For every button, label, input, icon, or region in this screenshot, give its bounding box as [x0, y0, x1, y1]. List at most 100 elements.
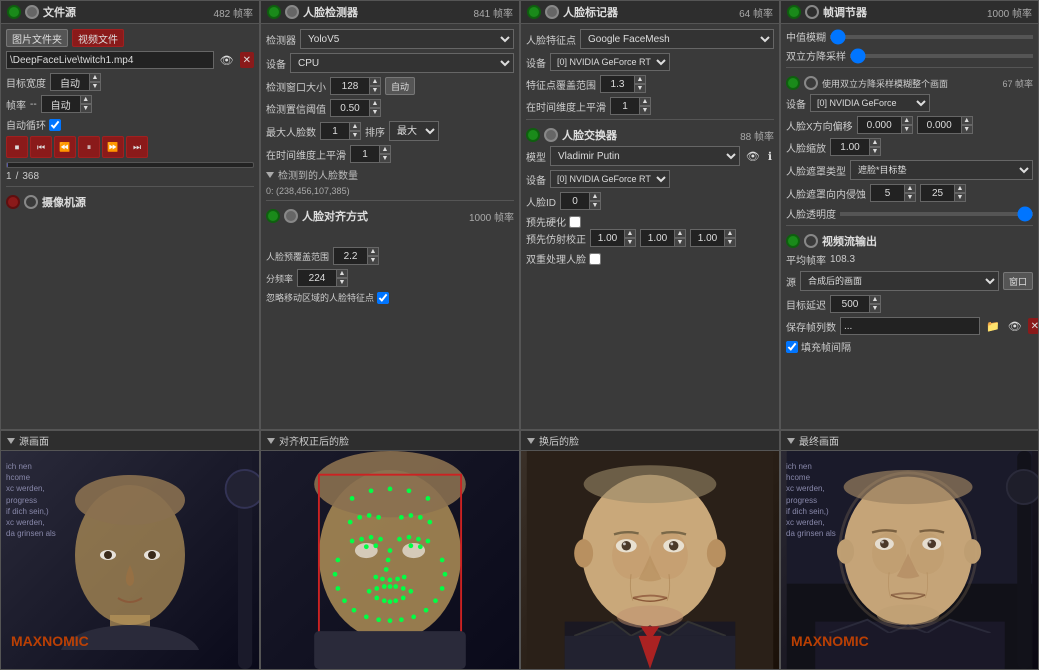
morph-y-down[interactable]: ▼ — [674, 238, 686, 247]
eye-icon[interactable]: 👁 — [218, 54, 236, 67]
file-source-check[interactable] — [25, 5, 39, 19]
threshold-input[interactable] — [330, 99, 370, 117]
blur-input[interactable] — [920, 184, 955, 202]
window-size-down[interactable]: ▼ — [369, 86, 381, 95]
scale-up[interactable]: ▲ — [869, 138, 881, 147]
save-folder-icon[interactable]: 📁 — [984, 320, 1002, 333]
close-file-btn[interactable]: ✕ — [240, 52, 254, 68]
ignore-moving-check[interactable] — [377, 292, 389, 304]
sort-select[interactable]: 最大 — [389, 121, 439, 141]
marker-device-select[interactable]: [0] NVIDIA GeForce RTX 3 — [550, 53, 670, 71]
marker-coverage-input[interactable] — [600, 75, 635, 93]
face-marker-power[interactable] — [527, 5, 541, 19]
morph-x-down[interactable]: ▼ — [624, 238, 636, 247]
max-faces-input[interactable] — [320, 122, 350, 140]
morph-y-up[interactable]: ▲ — [674, 229, 686, 238]
fill-frames-check[interactable] — [786, 341, 798, 353]
delay-down[interactable]: ▼ — [869, 304, 881, 313]
face-type-select[interactable]: 遮脸*目标垫 — [850, 160, 1033, 180]
x-offset-down1[interactable]: ▼ — [901, 125, 913, 134]
fps-input[interactable] — [41, 95, 81, 113]
median-slider[interactable] — [830, 35, 1033, 39]
auto-loop-check[interactable] — [49, 119, 61, 131]
media-pause-btn[interactable]: ⏸ — [78, 136, 100, 158]
file-source-power[interactable] — [7, 5, 21, 19]
video-file-btn[interactable]: 视频文件 — [72, 29, 124, 47]
frame-adjuster-power[interactable] — [787, 5, 801, 19]
freeze-check[interactable] — [569, 216, 581, 228]
media-rewind-btn[interactable]: ⏮ — [30, 136, 52, 158]
smooth-down[interactable]: ▼ — [379, 154, 391, 163]
face-marker-check[interactable] — [545, 5, 559, 19]
morph-x-input[interactable] — [590, 229, 625, 247]
coverage-up[interactable]: ▲ — [367, 247, 379, 256]
align-power[interactable] — [266, 209, 280, 223]
save-path-input[interactable] — [840, 317, 980, 335]
frame-adjuster-check[interactable] — [805, 5, 819, 19]
marker-smooth-down[interactable]: ▼ — [639, 106, 651, 115]
smooth-input[interactable] — [350, 145, 380, 163]
blur-up[interactable]: ▲ — [954, 184, 966, 193]
stream-check[interactable] — [804, 234, 818, 248]
window-btn[interactable]: 窗口 — [1003, 272, 1033, 290]
erosion-input[interactable] — [870, 184, 905, 202]
target-size-up[interactable]: ▲ — [89, 73, 101, 82]
adjuster-device-select[interactable]: [0] NVIDIA GeForce — [810, 94, 930, 112]
progress-bar[interactable] — [6, 162, 254, 168]
morph-z-down[interactable]: ▼ — [724, 238, 736, 247]
x-offset-up2[interactable]: ▲ — [961, 116, 973, 125]
delay-input[interactable] — [830, 295, 870, 313]
source-select[interactable]: 合成后的画面 — [800, 271, 999, 291]
model-eye-icon[interactable]: 👁 — [744, 150, 762, 163]
morph-z-input[interactable] — [690, 229, 725, 247]
delay-up[interactable]: ▲ — [869, 295, 881, 304]
face-id-input[interactable] — [560, 192, 590, 210]
marker-smooth-up[interactable]: ▲ — [639, 97, 651, 106]
model-info-icon[interactable]: ℹ — [766, 150, 774, 163]
morph-z-up[interactable]: ▲ — [724, 229, 736, 238]
x-offset-down2[interactable]: ▼ — [961, 125, 973, 134]
marker-coverage-down[interactable]: ▼ — [634, 84, 646, 93]
landmark-select[interactable]: Google FaceMesh — [580, 29, 774, 49]
scale-down[interactable]: ▼ — [869, 147, 881, 156]
window-size-input[interactable] — [330, 77, 370, 95]
x-offset-input2[interactable] — [917, 116, 962, 134]
stream-power[interactable] — [786, 234, 800, 248]
marker-coverage-up[interactable]: ▲ — [634, 75, 646, 84]
face-detector-power[interactable] — [267, 5, 281, 19]
image-folder-btn[interactable]: 图片文件夹 — [6, 29, 68, 47]
max-faces-down[interactable]: ▼ — [349, 131, 361, 140]
subsample-up[interactable]: ▲ — [336, 269, 348, 278]
use-bilateral-power[interactable] — [786, 76, 800, 90]
double-check[interactable] — [589, 253, 601, 265]
threshold-down[interactable]: ▼ — [369, 108, 381, 117]
file-path-input[interactable] — [6, 51, 214, 69]
bilateral-slider[interactable] — [850, 54, 1033, 58]
align-check[interactable] — [284, 209, 298, 223]
media-stop-btn[interactable]: ⏹ — [6, 136, 28, 158]
face-id-up[interactable]: ▲ — [589, 192, 601, 201]
x-offset-input1[interactable] — [857, 116, 902, 134]
coverage-down[interactable]: ▼ — [367, 256, 379, 265]
window-size-up[interactable]: ▲ — [369, 77, 381, 86]
subsample-input[interactable] — [297, 269, 337, 287]
opacity-slider[interactable] — [840, 212, 1033, 216]
erosion-down[interactable]: ▼ — [904, 193, 916, 202]
smooth-up[interactable]: ▲ — [379, 145, 391, 154]
media-fast-fwd-btn[interactable]: ⏭ — [126, 136, 148, 158]
morph-y-input[interactable] — [640, 229, 675, 247]
camera-check[interactable] — [24, 195, 38, 209]
target-size-down[interactable]: ▼ — [89, 82, 101, 91]
fps-up[interactable]: ▲ — [80, 95, 92, 104]
face-detector-check[interactable] — [285, 5, 299, 19]
media-skip-back-btn[interactable]: ⏪ — [54, 136, 76, 158]
marker-smooth-input[interactable] — [610, 97, 640, 115]
model-select[interactable]: Vladimir Putin — [550, 146, 740, 166]
morph-x-up[interactable]: ▲ — [624, 229, 636, 238]
coverage-input[interactable] — [333, 247, 368, 265]
auto-btn[interactable]: 自动 — [385, 77, 415, 95]
use-bilateral-check[interactable] — [804, 76, 818, 90]
swapper-power[interactable] — [526, 128, 540, 142]
erosion-up[interactable]: ▲ — [904, 184, 916, 193]
media-skip-fwd-btn[interactable]: ⏩ — [102, 136, 124, 158]
